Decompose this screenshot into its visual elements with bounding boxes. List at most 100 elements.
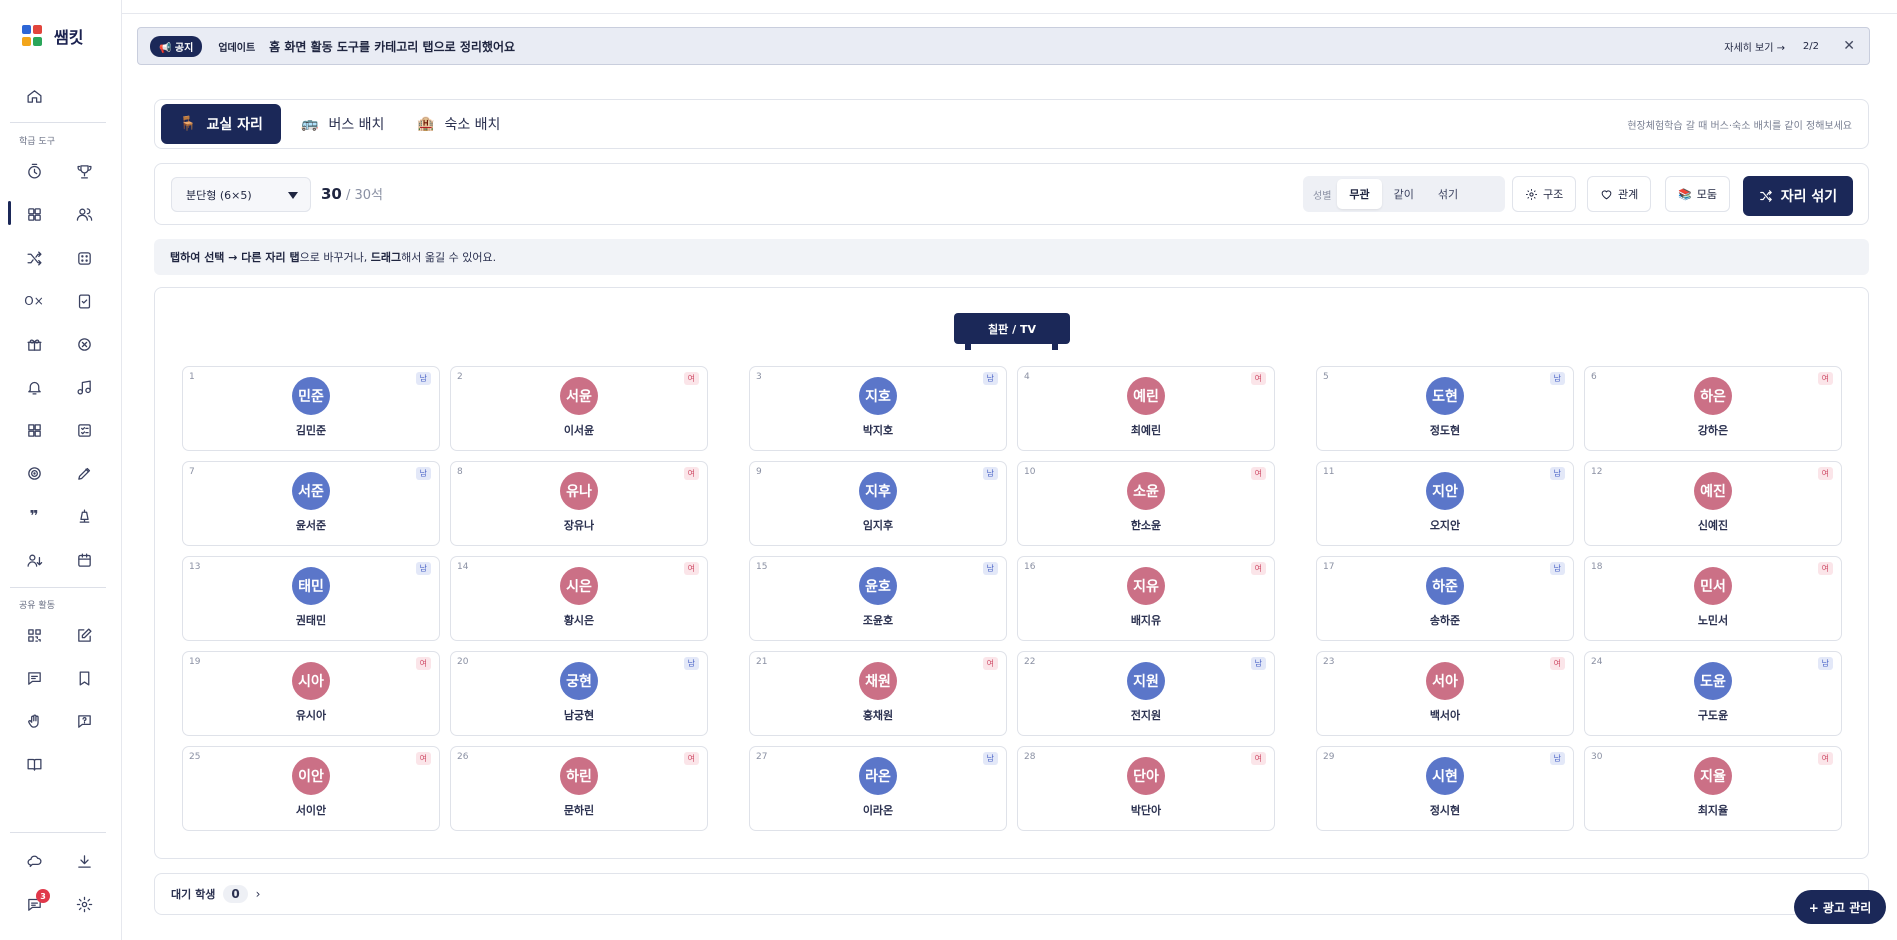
app-logo[interactable]: 쌤킷 xyxy=(22,24,83,48)
target-icon[interactable] xyxy=(19,458,49,488)
tab-lodging-rooms[interactable]: 🏨 숙소 배치 xyxy=(399,104,518,144)
gender-option-mix[interactable]: 섞기 xyxy=(1426,179,1470,209)
lamp-icon[interactable] xyxy=(69,501,99,531)
seat-card[interactable]: 2 여 서윤 이서윤 xyxy=(450,366,708,451)
seat-card[interactable]: 9 남 지후 임지후 xyxy=(749,461,1007,546)
gender-option-any[interactable]: 무관 xyxy=(1337,179,1382,209)
seat-card[interactable]: 19 여 시아 유시아 xyxy=(182,651,440,736)
seat-number: 10 xyxy=(1024,467,1036,477)
gift-icon[interactable] xyxy=(19,329,49,359)
seat-card[interactable]: 12 여 예진 신예진 xyxy=(1584,461,1842,546)
hand-icon[interactable] xyxy=(19,706,49,736)
instruction-part-2: 으로 바꾸거나, xyxy=(299,251,371,264)
seat-card[interactable]: 25 여 이안 서이안 xyxy=(182,746,440,831)
settings-icon[interactable] xyxy=(69,889,99,919)
seat-card[interactable]: 3 남 지호 박지호 xyxy=(749,366,1007,451)
bell-icon[interactable] xyxy=(19,372,49,402)
seat-card[interactable]: 14 여 시은 황시은 xyxy=(450,556,708,641)
book-icon[interactable] xyxy=(19,749,49,779)
seat-card[interactable]: 4 여 예린 최예린 xyxy=(1017,366,1275,451)
seat-number: 14 xyxy=(457,562,469,572)
seat-card[interactable]: 16 여 지유 배지유 xyxy=(1017,556,1275,641)
shuffle-button-label: 자리 섞기 xyxy=(1780,189,1838,205)
gender-badge: 여 xyxy=(1817,752,1833,765)
shuffle-seats-button[interactable]: 자리 섞기 xyxy=(1743,176,1853,216)
layout-select[interactable]: 분단형 (6×5) xyxy=(171,177,311,212)
student-name: 권태민 xyxy=(295,614,327,627)
question-bubble-icon[interactable] xyxy=(69,706,99,736)
music-icon[interactable] xyxy=(69,372,99,402)
seat-card[interactable]: 6 여 하은 강하은 xyxy=(1584,366,1842,451)
seat-card[interactable]: 30 여 지율 최지율 xyxy=(1584,746,1842,831)
qr-icon[interactable] xyxy=(19,620,49,650)
message-icon[interactable] xyxy=(19,663,49,693)
close-icon[interactable]: ✕ xyxy=(1843,38,1855,54)
home-icon[interactable] xyxy=(19,81,49,111)
timer-icon[interactable] xyxy=(19,156,49,186)
seat-card[interactable]: 1 남 민준 김민준 xyxy=(182,366,440,451)
seat-card[interactable]: 7 남 서준 윤서준 xyxy=(182,461,440,546)
ox-icon[interactable]: O× xyxy=(19,286,49,316)
student-avatar: 시현 xyxy=(1426,757,1464,795)
seat-number: 27 xyxy=(756,752,768,762)
gender-option-together[interactable]: 같이 xyxy=(1382,179,1426,209)
seat-card[interactable]: 28 여 단아 박단아 xyxy=(1017,746,1275,831)
x-circle-icon[interactable] xyxy=(69,329,99,359)
quote-icon[interactable]: ❞ xyxy=(19,501,49,531)
student-avatar: 시아 xyxy=(292,662,330,700)
download-icon[interactable] xyxy=(69,846,99,876)
waiting-label: 대기 학생 xyxy=(171,888,216,901)
seat-number: 24 xyxy=(1591,657,1603,667)
structure-button[interactable]: 구조 xyxy=(1512,176,1577,212)
seat-card[interactable]: 26 여 하린 문하린 xyxy=(450,746,708,831)
seat-card[interactable]: 27 남 라온 이라온 xyxy=(749,746,1007,831)
seat-card[interactable]: 24 남 도윤 구도윤 xyxy=(1584,651,1842,736)
calendar-icon[interactable] xyxy=(69,545,99,575)
trophy-icon[interactable] xyxy=(69,156,99,186)
ad-manage-button[interactable]: + 광고 관리 xyxy=(1794,890,1886,924)
pencil-icon[interactable] xyxy=(69,458,99,488)
seat-number: 26 xyxy=(457,752,469,762)
seat-card[interactable]: 15 남 윤호 조윤호 xyxy=(749,556,1007,641)
seat-card[interactable]: 21 여 채원 홍채원 xyxy=(749,651,1007,736)
seat-card[interactable]: 5 남 도현 정도현 xyxy=(1316,366,1574,451)
seat-card[interactable]: 18 여 민서 노민서 xyxy=(1584,556,1842,641)
student-name: 한소윤 xyxy=(1130,519,1162,532)
shuffle-icon[interactable] xyxy=(19,243,49,273)
grid-icon[interactable] xyxy=(19,199,49,229)
seat-card[interactable]: 22 남 지원 전지원 xyxy=(1017,651,1275,736)
notice-bar[interactable]: 📢 공지 업데이트 홈 화면 활동 도구를 카테고리 탭으로 정리했어요 자세히… xyxy=(137,27,1870,65)
people-icon[interactable] xyxy=(69,199,99,229)
gender-badge: 여 xyxy=(982,657,998,670)
seat-card[interactable]: 8 여 유나 장유나 xyxy=(450,461,708,546)
seat-card[interactable]: 20 남 궁현 남궁현 xyxy=(450,651,708,736)
waiting-students-bar[interactable]: 대기 학생 0 › xyxy=(154,873,1869,915)
seat-number: 3 xyxy=(756,372,762,382)
student-name: 윤서준 xyxy=(295,519,327,532)
seat-card[interactable]: 10 여 소윤 한소윤 xyxy=(1017,461,1275,546)
cloud-chat-icon[interactable] xyxy=(19,846,49,876)
bookmark-icon[interactable] xyxy=(69,663,99,693)
checkbox-list-icon[interactable] xyxy=(69,415,99,445)
student-name: 백서아 xyxy=(1429,709,1461,722)
seat-number: 20 xyxy=(457,657,469,667)
notice-more-link[interactable]: 자세히 보기 → xyxy=(1724,39,1785,54)
blocks-icon[interactable] xyxy=(19,415,49,445)
seat-card[interactable]: 13 남 태민 권태민 xyxy=(182,556,440,641)
user-sort-icon[interactable] xyxy=(19,545,49,575)
dice-icon[interactable] xyxy=(69,243,99,273)
tab-label: 버스 배치 xyxy=(328,117,385,133)
seat-card[interactable]: 23 여 서아 백서아 xyxy=(1316,651,1574,736)
relation-button[interactable]: 관계 xyxy=(1587,176,1652,212)
tab-bus-seats[interactable]: 🚌 버스 배치 xyxy=(283,104,402,144)
student-avatar: 궁현 xyxy=(560,662,598,700)
seat-card[interactable]: 29 남 시현 정시현 xyxy=(1316,746,1574,831)
checklist-icon[interactable] xyxy=(69,286,99,316)
edit-icon[interactable] xyxy=(69,620,99,650)
seat-number: 8 xyxy=(457,467,463,477)
logo-icon xyxy=(22,25,42,47)
tab-classroom-seats[interactable]: 🪑 교실 자리 xyxy=(161,104,281,144)
group-button[interactable]: 📚 모둠 xyxy=(1665,176,1730,212)
seat-card[interactable]: 17 남 하준 송하준 xyxy=(1316,556,1574,641)
seat-card[interactable]: 11 남 지안 오지안 xyxy=(1316,461,1574,546)
